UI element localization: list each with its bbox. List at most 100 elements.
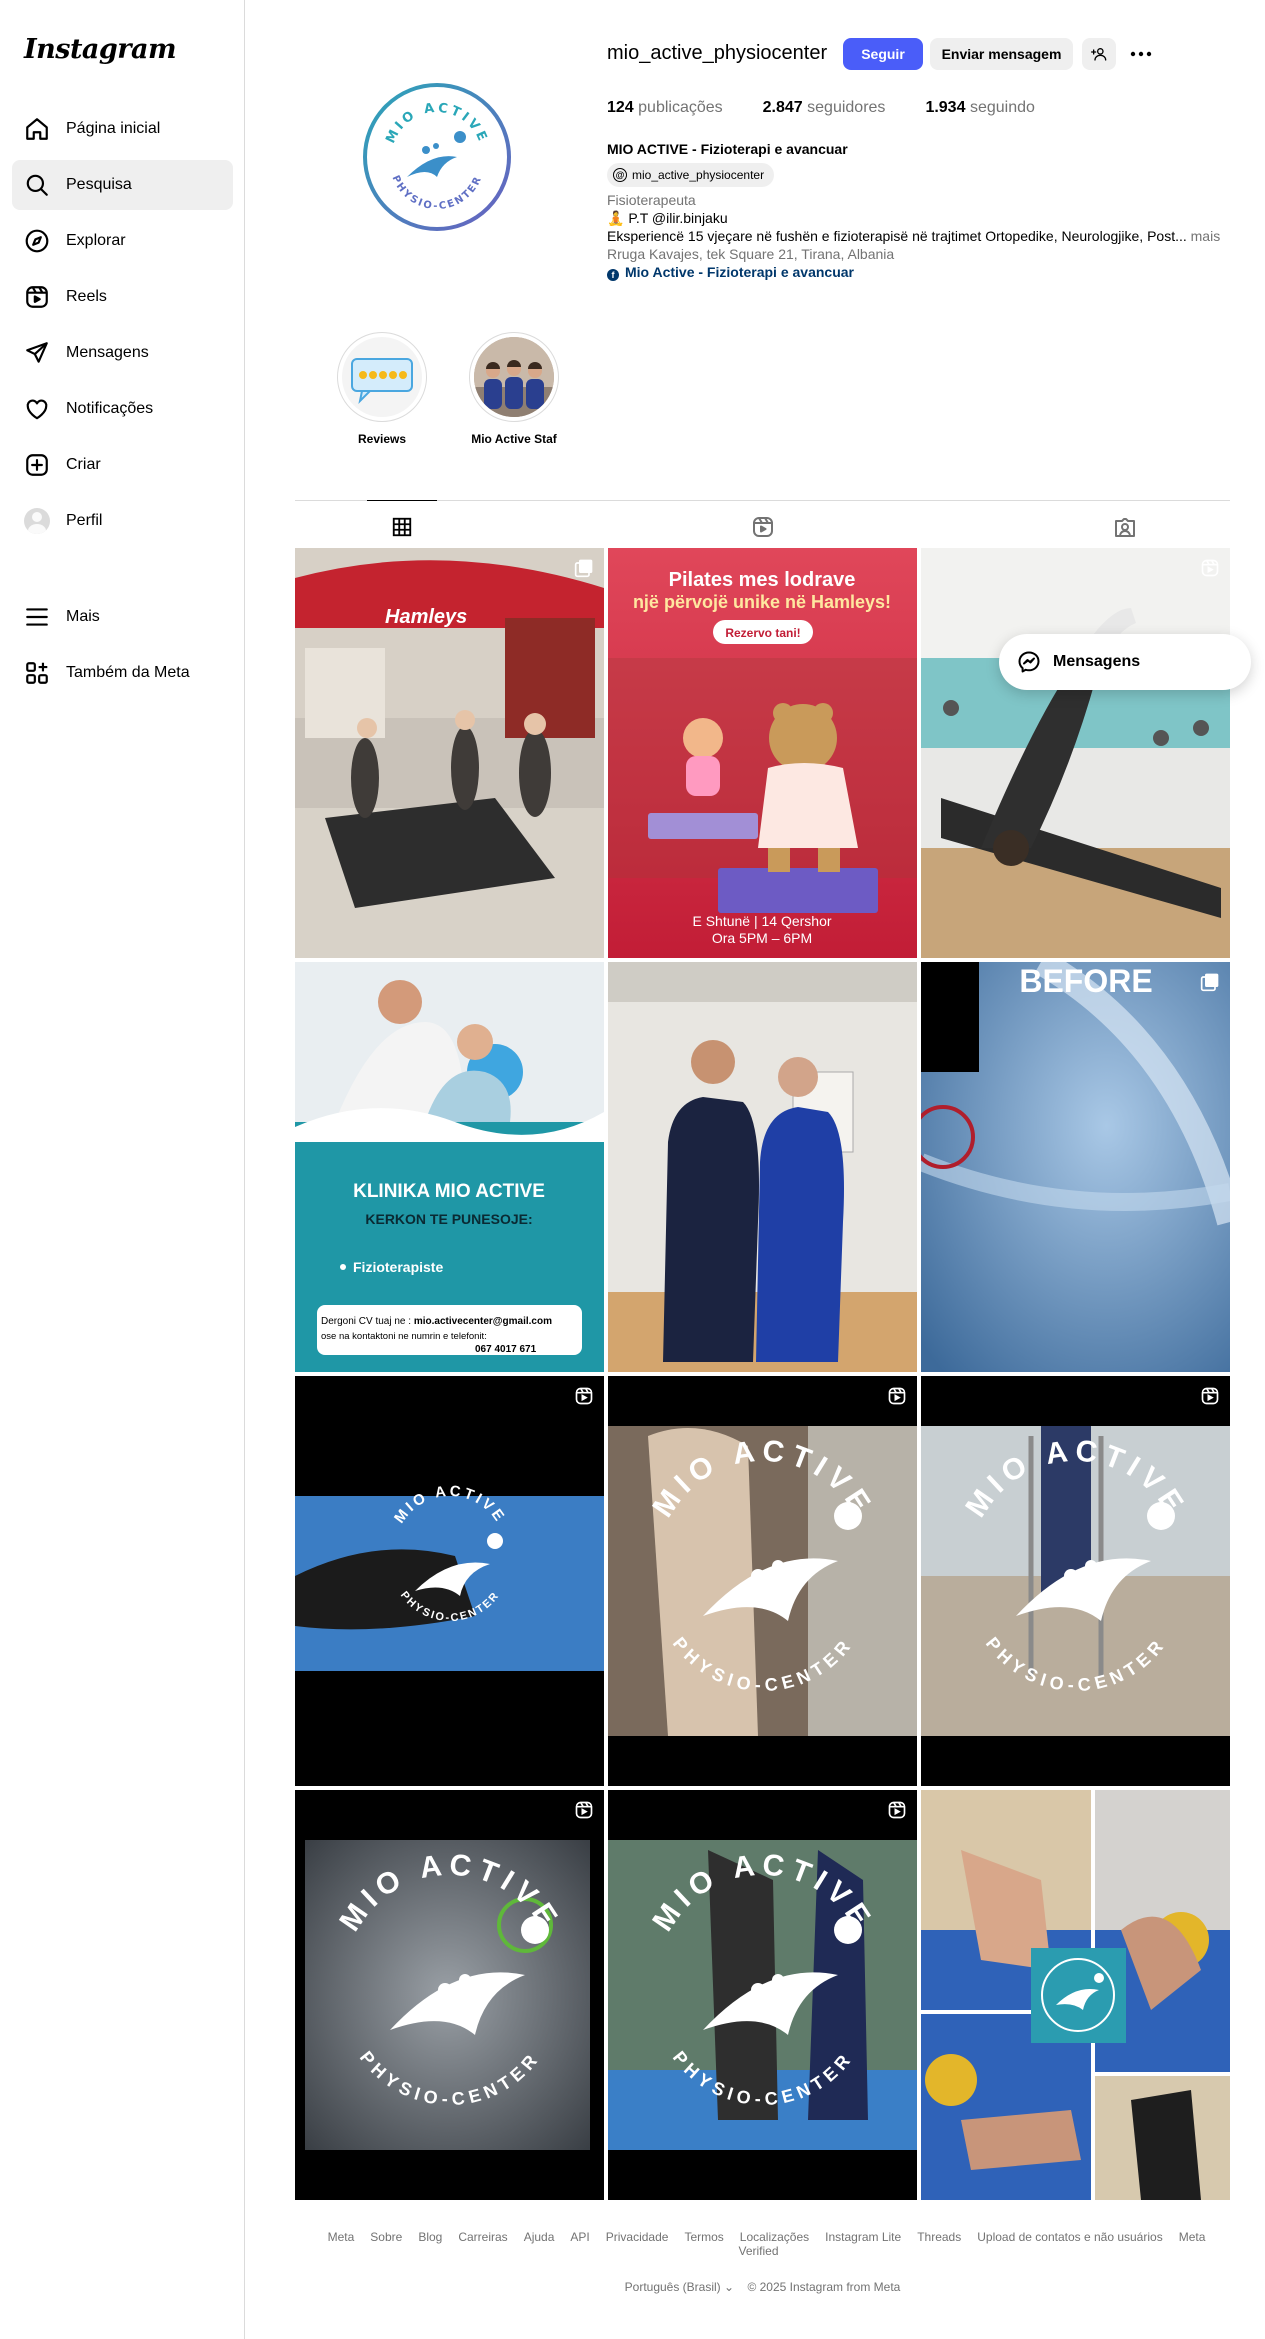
footer-link[interactable]: Upload de contatos e não usuários — [977, 2230, 1162, 2244]
profile-username: mio_active_physiocenter — [607, 42, 828, 64]
nav-item-messages[interactable]: Mensagens — [12, 328, 233, 378]
svg-text:Pilates mes lodrave: Pilates mes lodrave — [669, 569, 856, 591]
nav-item-search[interactable]: Pesquisa — [12, 160, 233, 210]
tab-reels[interactable] — [728, 501, 798, 553]
search-icon — [26, 174, 48, 196]
post-tile[interactable] — [921, 548, 1230, 958]
instagram-logo[interactable]: Instagram — [24, 34, 177, 65]
nav-label: Mensagens — [66, 344, 149, 361]
svg-text:Rezervo tani!: Rezervo tani! — [725, 626, 800, 640]
svg-text:BEFORE: BEFORE — [1019, 963, 1152, 999]
following-stat[interactable]: 1.934 seguindo — [925, 99, 1034, 117]
post-tile[interactable]: Pilates mes lodrave një përvojë unike në… — [608, 548, 917, 958]
nav-item-explore[interactable]: Explorar — [12, 216, 233, 266]
post-image: Hamleys — [295, 548, 604, 958]
footer-link[interactable]: Termos — [684, 2230, 723, 2244]
nav-label: Mais — [66, 608, 100, 625]
posts-stat: 124 publicações — [607, 99, 723, 116]
profile-link[interactable]: f Mio Active - Fizioterapi e avancuar — [607, 263, 1227, 281]
language-selector[interactable]: Português (Brasil) ⌄ — [625, 2280, 734, 2294]
profile-picture[interactable]: MIO ACTIVE PHYSIO-CENTER — [362, 82, 512, 232]
profile-full-name: MIO ACTIVE - Fizioterapi e avancuar — [607, 141, 848, 157]
plus-square-icon — [26, 454, 48, 476]
post-tile[interactable] — [921, 1790, 1230, 2200]
footer-link[interactable]: Sobre — [370, 2230, 402, 2244]
options-button[interactable] — [1125, 38, 1157, 70]
staff-photo — [474, 337, 554, 417]
post-image — [921, 548, 1230, 958]
nav-label: Também da Meta — [66, 664, 190, 681]
nav-label: Página inicial — [66, 120, 161, 137]
post-image: KLINIKA MIO ACTIVE KERKON TE PUNESOJE: F… — [295, 962, 604, 1372]
post-tile[interactable]: Hamleys — [295, 548, 604, 958]
post-image: MIO ACTIVE PHYSIO-CENTER — [921, 1376, 1230, 1786]
nav-label: Criar — [66, 456, 101, 473]
profile-bio: MIO ACTIVE - Fizioterapi e avancuar @ mi… — [607, 140, 1227, 281]
reel-icon — [888, 1387, 906, 1405]
reel-icon — [1201, 559, 1219, 577]
nav-item-more[interactable]: Mais — [12, 592, 233, 642]
post-tile[interactable]: MIO ACTIVE PHYSIO-CENTER — [295, 1376, 604, 1786]
followers-stat[interactable]: 2.847 seguidores — [763, 99, 886, 117]
nav-item-create[interactable]: Criar — [12, 440, 233, 490]
reel-icon — [575, 1387, 593, 1405]
floating-messages-button[interactable]: Mensagens — [999, 634, 1251, 690]
nav-item-notifications[interactable]: Notificações — [12, 384, 233, 434]
post-tile[interactable]: MIO ACTIVE PHYSIO-CENTER — [608, 1376, 917, 1786]
reel-icon — [575, 1801, 593, 1819]
send-message-button[interactable]: Enviar mensagem — [930, 38, 1073, 70]
post-image: MIO ACTIVE PHYSIO-CENTER — [295, 1790, 604, 2200]
profile-address[interactable]: Rruga Kavajes, tek Square 21, Tirana, Al… — [607, 245, 1227, 263]
post-image: MIO ACTIVE PHYSIO-CENTER — [295, 1376, 604, 1786]
home-icon — [26, 118, 48, 140]
heart-icon — [26, 399, 48, 420]
post-image: BEFORE — [921, 962, 1230, 1372]
svg-text:PHYSIO-CENTER: PHYSIO-CENTER — [390, 174, 485, 212]
menu-icon — [26, 608, 48, 626]
nav-item-home[interactable]: Página inicial — [12, 104, 233, 154]
footer-link[interactable]: Carreiras — [458, 2230, 507, 2244]
reels-icon — [26, 286, 48, 308]
post-tile[interactable]: BEFORE — [921, 962, 1230, 1372]
footer-link[interactable]: Privacidade — [606, 2230, 669, 2244]
sidebar: Instagram Página inicial Pesquisa Explor… — [0, 0, 245, 2339]
post-image: Pilates mes lodrave një përvojë unike në… — [608, 548, 917, 958]
footer-link[interactable]: Ajuda — [524, 2230, 555, 2244]
highlight-staff[interactable]: Mio Active Staf — [464, 332, 564, 446]
footer-link[interactable]: Meta — [328, 2230, 355, 2244]
svg-text:një përvojë unike në Hamleys!: një përvojë unike në Hamleys! — [633, 592, 891, 612]
footer-link[interactable]: Blog — [418, 2230, 442, 2244]
add-person-icon — [1091, 48, 1107, 61]
highlight-reviews[interactable]: Reviews — [332, 332, 432, 446]
post-tile[interactable]: MIO ACTIVE PHYSIO-CENTER — [295, 1790, 604, 2200]
footer-link[interactable]: Instagram Lite — [825, 2230, 901, 2244]
nav-label: Pesquisa — [66, 176, 132, 193]
tab-tagged[interactable] — [1090, 501, 1160, 553]
footer-link[interactable]: Localizações — [740, 2230, 809, 2244]
post-image: MIO ACTIVE PHYSIO-CENTER — [608, 1790, 917, 2200]
svg-text:MIO ACTIVE: MIO ACTIVE — [383, 101, 490, 146]
nav-item-reels[interactable]: Reels — [12, 272, 233, 322]
avatar — [24, 508, 50, 534]
nav-item-also-from-meta[interactable]: Também da Meta — [12, 648, 233, 698]
tagged-icon — [1115, 518, 1135, 537]
nav-item-profile[interactable]: Perfil — [12, 496, 233, 546]
threads-badge[interactable]: @ mio_active_physiocenter — [607, 163, 775, 187]
footer-link[interactable]: Threads — [917, 2230, 961, 2244]
follow-button[interactable]: Seguir — [843, 38, 923, 70]
post-image: MIO ACTIVE PHYSIO-CENTER — [608, 1376, 917, 1786]
nav-label: Notificações — [66, 400, 154, 417]
tab-posts[interactable] — [367, 500, 437, 552]
suggest-accounts-button[interactable] — [1082, 38, 1116, 70]
nav-label: Reels — [66, 288, 107, 305]
bio-more-link[interactable]: mais — [1191, 228, 1221, 244]
meta-apps-icon — [26, 662, 48, 684]
footer-link[interactable]: API — [570, 2230, 589, 2244]
svg-text:Hamleys: Hamleys — [385, 606, 467, 628]
carousel-icon — [1200, 973, 1219, 992]
post-tile[interactable]: KLINIKA MIO ACTIVE KERKON TE PUNESOJE: F… — [295, 962, 604, 1372]
post-tile[interactable]: MIO ACTIVE PHYSIO-CENTER — [608, 1790, 917, 2200]
reels-icon — [753, 517, 773, 537]
post-tile[interactable]: MIO ACTIVE PHYSIO-CENTER — [921, 1376, 1230, 1786]
post-tile[interactable] — [608, 962, 917, 1372]
